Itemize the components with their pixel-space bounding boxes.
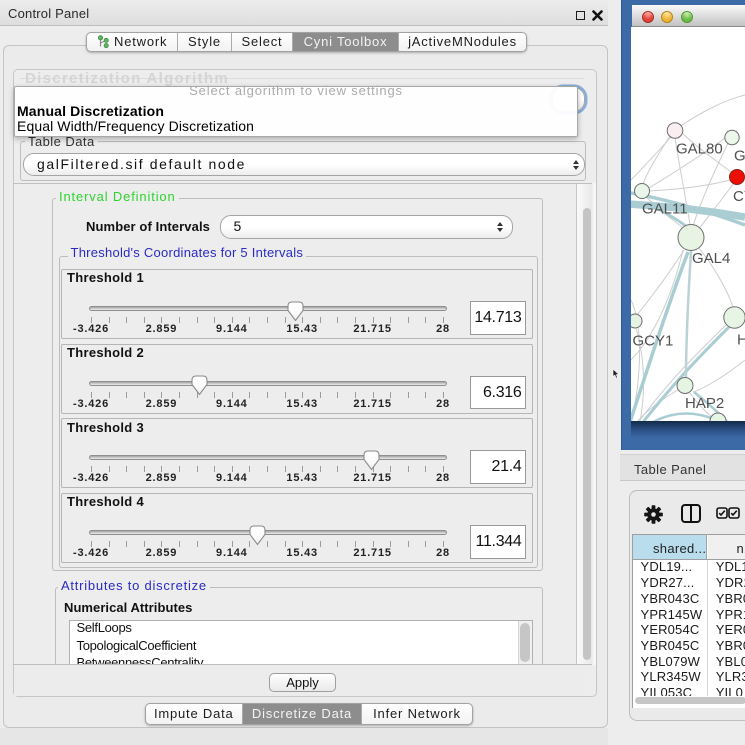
svg-text:GAL11: GAL11 — [642, 201, 688, 218]
svg-text:HAP2: HAP2 — [685, 395, 724, 412]
svg-text:GAL4: GAL4 — [692, 250, 730, 267]
svg-text:GA: GA — [734, 148, 745, 165]
svg-text:GAL80: GAL80 — [676, 141, 723, 158]
svg-text:H: H — [737, 332, 745, 349]
svg-text:GCY1: GCY1 — [633, 333, 674, 350]
svg-text:CY: CY — [733, 188, 745, 205]
